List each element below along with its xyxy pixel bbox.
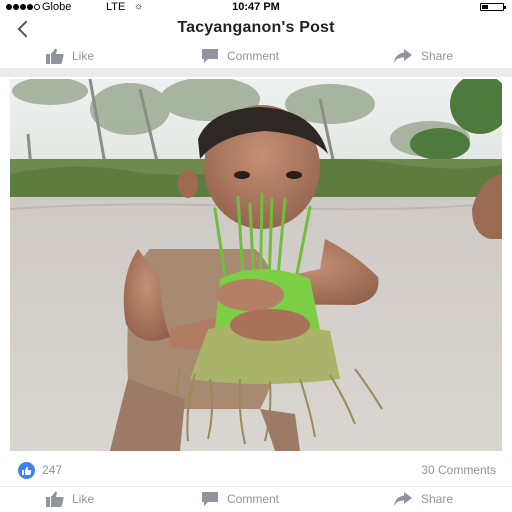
- post-photo[interactable]: [10, 79, 502, 451]
- like-label: Like: [72, 49, 95, 63]
- comment-label: Comment: [227, 49, 280, 63]
- status-time: 10:47 PM: [232, 1, 280, 13]
- share-label: Share: [421, 492, 454, 506]
- reactions-row: 247 30 Comments: [0, 458, 512, 482]
- like-label: Like: [72, 492, 95, 506]
- comment-button[interactable]: Comment: [201, 47, 279, 65]
- share-button[interactable]: Share: [393, 47, 453, 65]
- thumbs-up-icon: [46, 491, 64, 507]
- like-button[interactable]: Like: [46, 490, 94, 508]
- comment-icon: [202, 492, 218, 506]
- status-bar: Globe LTE ☼ 10:47 PM: [0, 0, 512, 14]
- comment-label: Comment: [227, 492, 280, 506]
- action-bar-top: Like Comment Share: [0, 44, 512, 69]
- like-button[interactable]: Like: [46, 47, 94, 65]
- share-arrow-icon: [394, 492, 412, 506]
- comment-button[interactable]: Comment: [201, 490, 279, 508]
- comment-icon: [202, 49, 218, 63]
- comments-count-link[interactable]: 30 Comments: [421, 463, 496, 477]
- thumbs-up-icon: [46, 48, 64, 64]
- page-title: Tacyanganon's Post: [177, 19, 335, 36]
- divider: [0, 69, 512, 77]
- nav-bar: Tacyanganon's Post: [0, 14, 512, 44]
- action-bar-bottom: Like Comment Share: [0, 486, 512, 511]
- share-label: Share: [421, 49, 454, 63]
- thumbs-up-icon: [22, 466, 32, 475]
- share-button[interactable]: Share: [393, 490, 453, 508]
- battery-icon: [480, 3, 506, 11]
- like-count[interactable]: 247: [42, 463, 62, 477]
- share-arrow-icon: [394, 49, 412, 63]
- like-reaction-icon[interactable]: [18, 462, 35, 479]
